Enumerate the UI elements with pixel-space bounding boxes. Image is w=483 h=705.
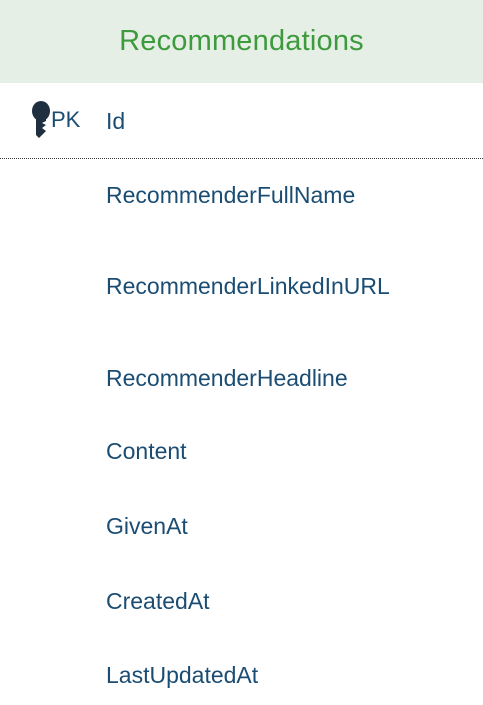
field-given-at: GivenAt bbox=[106, 513, 188, 539]
field-recommender-headline: RecommenderHeadline bbox=[106, 365, 348, 391]
entity-table: Recommendations PK Id RecommenderFullNam… bbox=[0, 0, 483, 705]
entity-header: Recommendations bbox=[0, 0, 483, 83]
field-recommender-linkedin-url: RecommenderLinkedInURL bbox=[106, 273, 390, 299]
entity-title: Recommendations bbox=[119, 25, 364, 57]
field-last-updated-at: LastUpdatedAt bbox=[106, 662, 259, 688]
field-id: Id bbox=[106, 108, 126, 134]
field-created-at: CreatedAt bbox=[106, 588, 210, 614]
primary-key-marker: PK bbox=[51, 107, 81, 132]
field-recommender-full-name: RecommenderFullName bbox=[106, 182, 356, 208]
key-icon bbox=[32, 101, 50, 138]
primary-key-row: PK Id bbox=[0, 83, 483, 159]
field-content: Content bbox=[106, 438, 187, 464]
